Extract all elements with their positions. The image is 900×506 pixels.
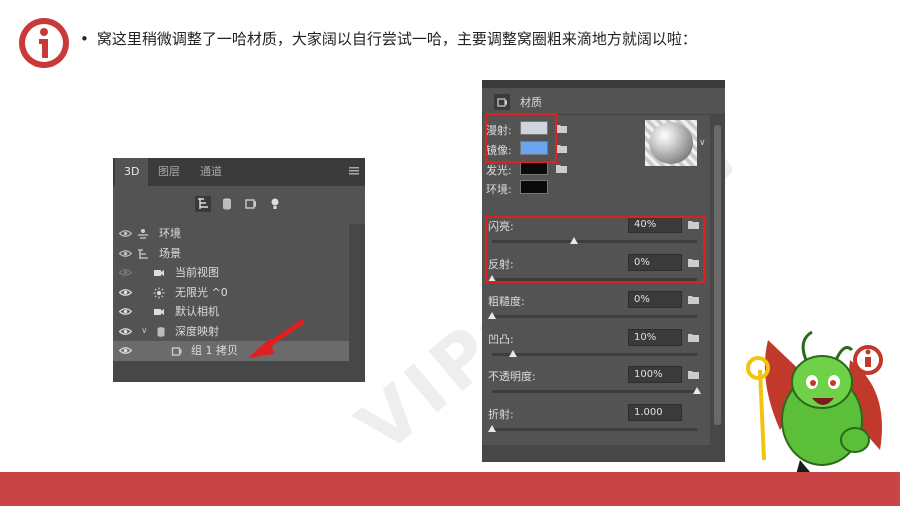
row-label: 组 1 拷贝 [191, 344, 238, 357]
3d-filter-toolbar [113, 192, 365, 216]
preview-sphere [649, 122, 693, 164]
highlight-box-colors [485, 113, 557, 163]
slider-track[interactable] [492, 352, 697, 356]
scrollbar[interactable] [710, 115, 725, 445]
slider-label: 不透明度: [488, 370, 536, 383]
material-preview[interactable] [645, 120, 697, 166]
scrollbar-thumb[interactable] [714, 125, 721, 425]
row-label: 深度映射 [175, 324, 219, 338]
chevron-down-icon[interactable]: ∨ [699, 138, 706, 148]
slider-value-input[interactable]: 100% [628, 366, 682, 383]
row-label: 场景 [159, 246, 181, 260]
slider-value-input[interactable]: 0% [628, 291, 682, 308]
tab-channels[interactable]: 通道 [191, 158, 231, 186]
illumination-label: 发光: [486, 164, 512, 177]
slider-value-input[interactable]: 10% [628, 328, 682, 346]
slider-label: 折射: [488, 407, 514, 421]
slider-track[interactable] [492, 315, 697, 318]
3d-scene-list: 环境 场景 当前视图 无限光 ^0 默认相机 ∨ 深度映射 组 1 拷贝 [113, 224, 349, 361]
slider-handle[interactable] [488, 312, 496, 319]
material-tab-icon[interactable] [494, 94, 510, 110]
slider-label: 凹凸: [488, 332, 514, 346]
slider-handle[interactable] [508, 349, 517, 357]
list-item[interactable]: 当前视图 [113, 263, 349, 283]
footer-bar [0, 472, 900, 506]
materials-header: 材质 [482, 88, 725, 114]
material-icon [171, 347, 182, 356]
folder-icon[interactable] [556, 164, 567, 173]
scene-filter-icon[interactable] [195, 196, 211, 212]
brand-logo-icon [19, 18, 69, 68]
tab-3d[interactable]: 3D [115, 158, 149, 186]
eye-icon[interactable] [119, 249, 132, 258]
eye-icon[interactable] [119, 346, 132, 355]
slider-handle[interactable] [693, 387, 701, 394]
3d-panel-tabs: 3D 图层 通道 [113, 158, 365, 186]
scene-icon [138, 248, 148, 259]
panel-footer [113, 361, 349, 382]
chevron-down-icon[interactable]: ∨ [141, 322, 148, 342]
mascot-illustration [746, 330, 883, 478]
slide-bullet-text: • 窝这里稍微调整了一哈材质，大家阔以自行尝试一哈，主要调整窝圈粗来滴地方就阔以啦… [80, 30, 697, 48]
row-label: 环境 [159, 227, 181, 240]
slider-handle[interactable] [488, 424, 496, 432]
folder-icon[interactable] [688, 370, 699, 379]
list-item[interactable]: 无限光 ^0 [113, 283, 349, 303]
materials-panel: 材质 漫射: 镜像: 发光: 环境: ∨ 闪亮: 40% 反射: 0% 粗糙度: 0% 凹凸… [482, 80, 725, 462]
environment-icon [138, 229, 148, 239]
list-item[interactable]: 环境 [113, 224, 349, 244]
scrollbar[interactable] [349, 224, 365, 382]
panel-footer [482, 445, 725, 462]
folder-icon[interactable] [556, 124, 567, 133]
eye-icon[interactable] [119, 327, 132, 336]
bullet-text: 窝这里稍微调整了一哈材质，大家阔以自行尝试一哈，主要调整窝圈粗来滴地方就阔以啦： [96, 30, 697, 48]
mesh-filter-icon[interactable] [219, 196, 235, 212]
tab-layers[interactable]: 图层 [149, 158, 189, 186]
row-label: 默认相机 [175, 305, 219, 318]
camera-icon [154, 309, 164, 315]
panel-menu-icon[interactable] [349, 166, 359, 176]
eye-icon[interactable] [119, 288, 132, 297]
list-item[interactable]: 默认相机 [113, 302, 349, 322]
list-item[interactable]: 场景 [113, 244, 349, 264]
mesh-icon [157, 326, 165, 337]
red-arrow-annotation [248, 319, 305, 358]
row-label: 当前视图 [175, 266, 219, 279]
list-item[interactable]: ∨ 深度映射 [113, 322, 349, 342]
eye-icon[interactable] [119, 307, 132, 316]
folder-icon[interactable] [556, 144, 567, 153]
eye-icon[interactable] [119, 229, 132, 238]
slider-track[interactable] [492, 427, 697, 431]
material-filter-icon[interactable] [243, 196, 259, 212]
light-filter-icon[interactable] [267, 196, 283, 212]
slider-value-input[interactable]: 1.000 [628, 403, 682, 421]
3d-panel: 3D 图层 通道 环境 场景 当前视图 无限光 ^0 默认相机 ∨ 深度映射 组… [113, 158, 365, 382]
ambient-swatch[interactable] [520, 180, 548, 194]
illumination-swatch[interactable] [520, 161, 548, 175]
slider-track[interactable] [492, 390, 697, 393]
list-item[interactable]: 组 1 拷贝 [113, 341, 349, 361]
folder-icon[interactable] [688, 333, 699, 342]
slider-label: 粗糙度: [488, 295, 525, 308]
panel-top-bar [482, 80, 725, 88]
panel-title: 材质 [520, 96, 542, 109]
ambient-label: 环境: [486, 183, 512, 196]
camera-icon [154, 270, 164, 276]
folder-icon[interactable] [688, 295, 699, 304]
highlight-box-sliders [485, 216, 705, 283]
eye-icon[interactable] [119, 268, 132, 277]
row-label: 无限光 ^0 [175, 285, 228, 299]
sun-icon [153, 287, 165, 298]
